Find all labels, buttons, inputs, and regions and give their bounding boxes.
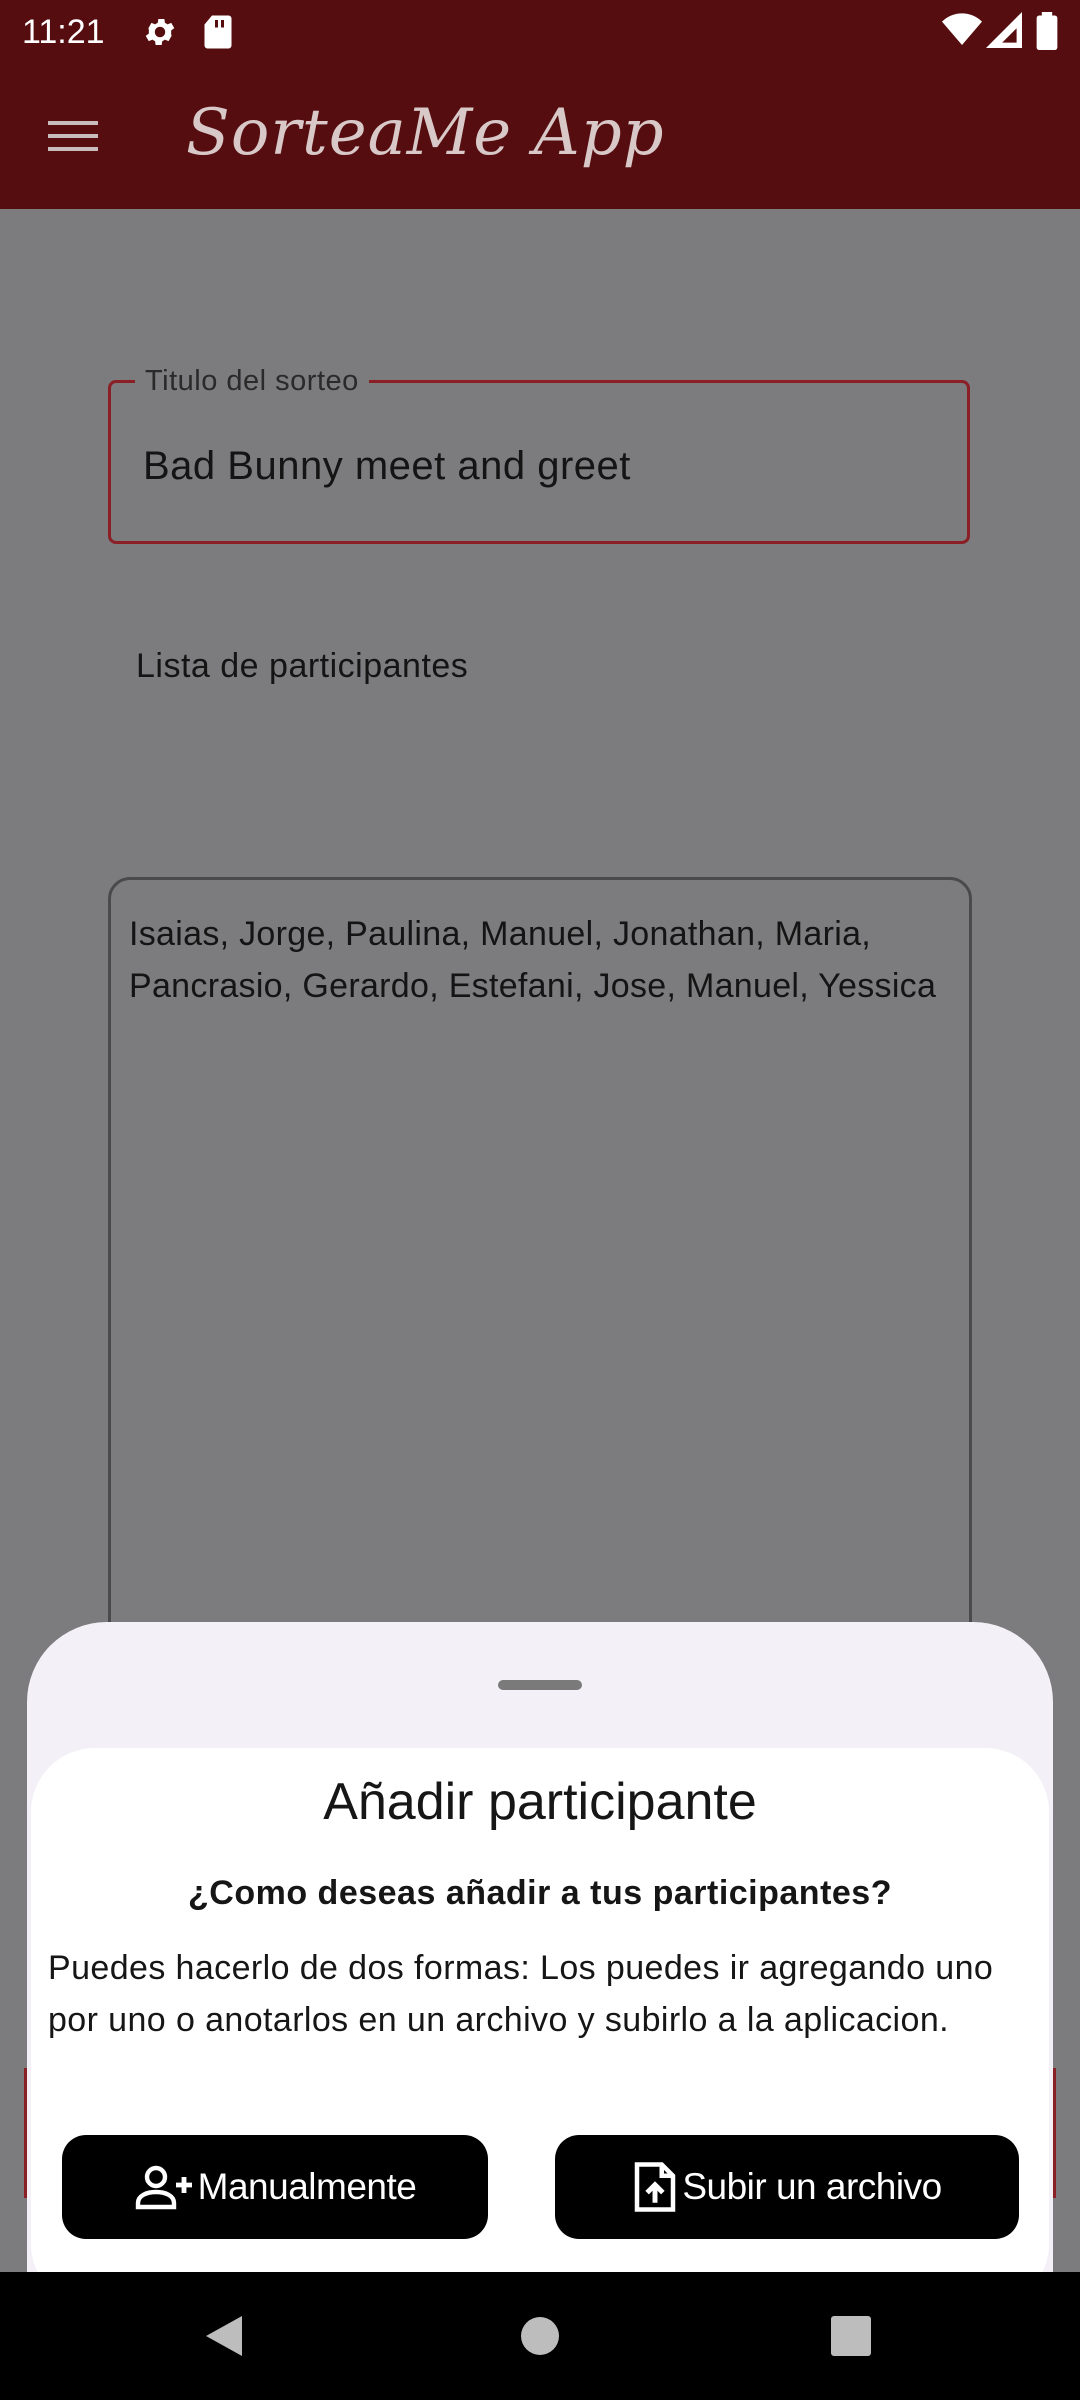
wifi-icon: [942, 12, 982, 48]
battery-icon: [1036, 12, 1058, 50]
navigation-bar: [0, 2272, 1080, 2400]
recents-icon[interactable]: [830, 2312, 872, 2360]
upload-file-label: Subir un archivo: [682, 2166, 942, 2207]
app-screen: 11:21 SorteaMe App Titulo del sorteo Bad…: [0, 0, 1080, 2400]
settings-icon: [142, 14, 178, 50]
raffle-title-value: Bad Bunny meet and greet: [143, 444, 631, 488]
home-icon[interactable]: [520, 2312, 560, 2360]
app-bar: SorteaMe App: [0, 63, 1080, 209]
sheet-title: Añadir participante: [323, 1773, 757, 1831]
raffle-title-label: Titulo del sorteo: [135, 363, 369, 399]
status-time: 11:21: [22, 13, 105, 51]
upload-file-button[interactable]: Subir un archivo: [555, 2135, 1019, 2239]
status-bar: 11:21: [0, 0, 1080, 63]
participants-label: Lista de participantes: [136, 647, 469, 685]
add-person-icon: [134, 2162, 194, 2212]
manual-add-button[interactable]: Manualmente: [62, 2135, 488, 2239]
raffle-title-field[interactable]: Titulo del sorteo Bad Bunny meet and gre…: [108, 363, 970, 544]
participants-text: Isaias, Jorge, Paulina, Manuel, Jonathan…: [129, 915, 937, 1005]
app-title: SorteaMe App: [186, 96, 665, 170]
menu-icon: [48, 121, 98, 151]
add-participant-sheet: Añadir participante ¿Como deseas añadir …: [27, 1622, 1053, 2272]
sd-card-icon: [203, 14, 233, 50]
menu-button[interactable]: [40, 103, 106, 169]
sheet-question: ¿Como deseas añadir a tus participantes?: [188, 1874, 892, 1912]
back-icon[interactable]: [200, 2312, 246, 2360]
drag-handle[interactable]: [498, 1680, 582, 1690]
sheet-description: Puedes hacerlo de dos formas: Los puedes…: [48, 1949, 994, 2039]
manual-add-label: Manualmente: [197, 2166, 417, 2207]
file-upload-icon: [632, 2160, 678, 2214]
signal-icon: [986, 12, 1022, 48]
